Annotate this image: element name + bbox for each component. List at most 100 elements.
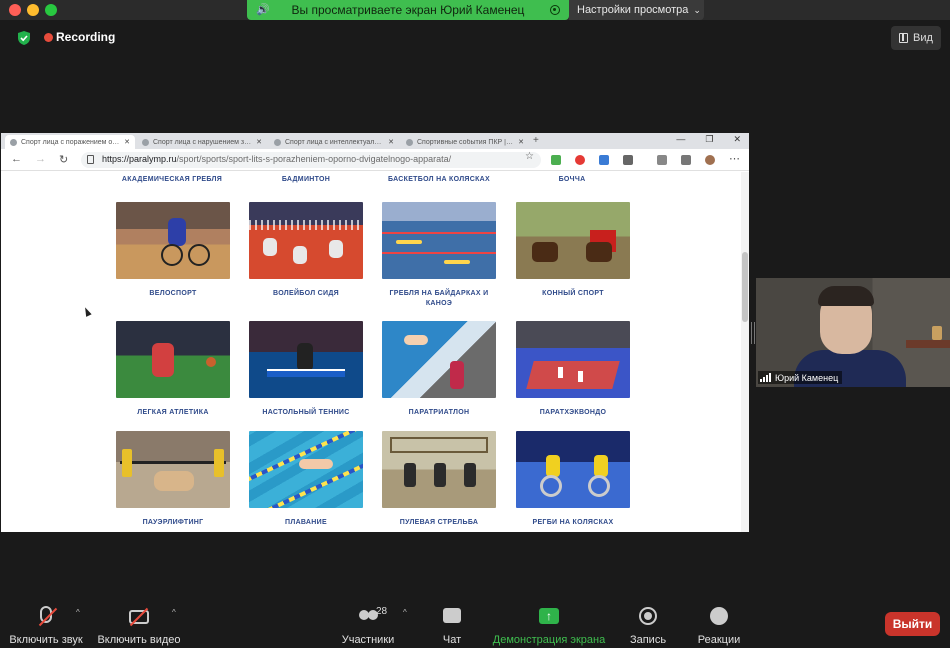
swimming-photo[interactable]: [249, 431, 363, 508]
close-icon[interactable]: ✕: [733, 134, 741, 145]
extension-icon[interactable]: [657, 155, 667, 165]
sport-card[interactable]: ПУЛЕВАЯ СТРЕЛЬБА: [382, 431, 496, 528]
sport-name[interactable]: НАСТОЛЬНЫЙ ТЕННИС: [249, 408, 363, 418]
view-button[interactable]: Вид: [891, 26, 941, 50]
collections-icon[interactable]: [681, 155, 691, 165]
sport-card[interactable]: ЛЕГКАЯ АТЛЕТИКА: [116, 321, 230, 418]
back-icon[interactable]: ←: [11, 153, 22, 165]
speaker-icon[interactable]: 🔊: [256, 3, 270, 16]
extension-icon[interactable]: [623, 155, 633, 165]
participants-button[interactable]: 28 Участники: [338, 606, 398, 646]
reactions-icon: [710, 607, 728, 625]
sport-card[interactable]: ВЕЛОСПОРТ: [116, 202, 230, 299]
sport-card[interactable]: РЕГБИ НА КОЛЯСКАХ: [516, 431, 630, 528]
share-screen-button[interactable]: ↑ Демонстрация экрана: [490, 606, 608, 646]
close-tab-icon[interactable]: ✕: [388, 138, 394, 146]
more-menu-icon[interactable]: ⋯: [729, 152, 740, 165]
sport-link[interactable]: БАДМИНТОН: [241, 176, 371, 183]
profile-avatar[interactable]: [705, 155, 715, 165]
reactions-button[interactable]: Реакции: [694, 606, 744, 646]
share-screen-label: Демонстрация экрана: [492, 634, 606, 646]
scrollbar-thumb[interactable]: [742, 252, 748, 322]
url-field[interactable]: https://paralymp.ru/sport/sports/sport-l…: [81, 152, 541, 168]
sport-card[interactable]: КОННЫЙ СПОРТ: [516, 202, 630, 299]
video-options-caret[interactable]: ^: [172, 608, 176, 617]
url-path: /sport/sports/sport-lits-s-porazheniem-o…: [176, 154, 452, 164]
sport-name[interactable]: ПАРАТХЭКВОНДО: [516, 408, 630, 418]
chat-button[interactable]: Чат: [436, 606, 468, 646]
shield-icon[interactable]: [16, 30, 32, 46]
table-tennis-photo[interactable]: [249, 321, 363, 398]
participant-video-tile[interactable]: Юрий Каменец: [756, 278, 950, 387]
unmute-label: Включить звук: [9, 634, 83, 646]
participants-count: 28: [376, 606, 388, 617]
participants-options-caret[interactable]: ^: [403, 608, 407, 617]
sport-name[interactable]: ЛЕГКАЯ АТЛЕТИКА: [116, 408, 230, 418]
wheelchair-rugby-photo[interactable]: [516, 431, 630, 508]
powerlifting-photo[interactable]: [116, 431, 230, 508]
browser-tab[interactable]: Спорт лица с поражением опорно- ✕: [5, 135, 135, 149]
close-tab-icon[interactable]: ✕: [256, 138, 262, 146]
new-tab-button[interactable]: +: [533, 135, 539, 146]
record-icon: [639, 607, 657, 625]
sitting-volleyball-photo[interactable]: [249, 202, 363, 279]
close-tab-icon[interactable]: ✕: [124, 138, 130, 146]
cycling-photo[interactable]: [116, 202, 230, 279]
leave-button[interactable]: Выйти: [885, 612, 940, 636]
browser-tab[interactable]: Спорт лица с нарушением зрения ✕: [137, 135, 267, 149]
browser-tab[interactable]: Спортивные события ПКР | Па ✕: [401, 135, 529, 149]
video-off-icon: [129, 607, 149, 627]
sport-link[interactable]: БАСКЕТБОЛ НА КОЛЯСКАХ: [374, 176, 504, 183]
close-tab-icon[interactable]: ✕: [518, 138, 524, 146]
bookmark-star-icon[interactable]: ☆: [525, 151, 534, 162]
sport-name[interactable]: КОННЫЙ СПОРТ: [516, 289, 630, 299]
athletics-photo[interactable]: [116, 321, 230, 398]
sport-name[interactable]: ПЛАВАНИЕ: [249, 518, 363, 528]
minimize-icon[interactable]: —: [676, 134, 685, 145]
canoe-photo[interactable]: [382, 202, 496, 279]
sport-name[interactable]: ПУЛЕВАЯ СТРЕЛЬБА: [382, 518, 496, 528]
sport-name[interactable]: РЕГБИ НА КОЛЯСКАХ: [516, 518, 630, 528]
chat-icon: [443, 608, 461, 623]
close-window-button[interactable]: [9, 4, 21, 16]
sport-link[interactable]: БОЧЧА: [507, 176, 637, 183]
sport-name[interactable]: ПАУЭРЛИФТИНГ: [116, 518, 230, 528]
extension-icon[interactable]: [551, 155, 561, 165]
extension-icon[interactable]: [599, 155, 609, 165]
extension-icon[interactable]: [575, 155, 585, 165]
sport-card[interactable]: ПЛАВАНИЕ: [249, 431, 363, 528]
restore-icon[interactable]: ❐: [705, 134, 713, 145]
fullscreen-window-button[interactable]: [45, 4, 57, 16]
audio-options-caret[interactable]: ^: [76, 608, 80, 617]
sport-name[interactable]: ПАРАТРИАТЛОН: [382, 408, 496, 418]
sport-card[interactable]: ГРЕБЛЯ НА БАЙДАРКАХ И КАНОЭ: [382, 202, 496, 309]
forward-icon[interactable]: →: [35, 153, 46, 165]
page-scrollbar[interactable]: [741, 172, 749, 532]
sport-name[interactable]: ВОЛЕЙБОЛ СИДЯ: [249, 289, 363, 299]
shooting-photo[interactable]: [382, 431, 496, 508]
sport-card[interactable]: ПАРАТРИАТЛОН: [382, 321, 496, 418]
sport-name[interactable]: ГРЕБЛЯ НА БАЙДАРКАХ И КАНОЭ: [382, 289, 496, 309]
taekwondo-photo[interactable]: [516, 321, 630, 398]
sport-link[interactable]: АКАДЕМИЧЕСКАЯ ГРЕБЛЯ: [107, 176, 237, 183]
sport-card[interactable]: ПАРАТХЭКВОНДО: [516, 321, 630, 418]
sport-card[interactable]: НАСТОЛЬНЫЙ ТЕННИС: [249, 321, 363, 418]
view-settings-button[interactable]: Настройки просмотра ⌄: [569, 0, 704, 20]
lock-icon: [87, 155, 94, 164]
share-banner: 🔊 Вы просматриваете экран Юрий Каменец: [247, 0, 569, 20]
reload-icon[interactable]: ↻: [59, 153, 68, 166]
minimize-window-button[interactable]: [27, 4, 39, 16]
stop-share-icon[interactable]: [550, 5, 560, 15]
signal-icon: [760, 373, 771, 382]
panel-resize-handle[interactable]: [751, 322, 755, 344]
browser-tab[interactable]: Спорт лица с интеллектуальными ✕: [269, 135, 399, 149]
equestrian-photo[interactable]: [516, 202, 630, 279]
triathlon-photo[interactable]: [382, 321, 496, 398]
record-button[interactable]: Запись: [626, 606, 670, 646]
unmute-button[interactable]: Включить звук: [8, 606, 84, 646]
sport-card[interactable]: ПАУЭРЛИФТИНГ: [116, 431, 230, 528]
sport-card[interactable]: ВОЛЕЙБОЛ СИДЯ: [249, 202, 363, 299]
browser-tab-label: Спорт лица с поражением опорно-: [21, 138, 120, 146]
start-video-button[interactable]: Включить видео: [96, 606, 182, 646]
sport-name[interactable]: ВЕЛОСПОРТ: [116, 289, 230, 299]
